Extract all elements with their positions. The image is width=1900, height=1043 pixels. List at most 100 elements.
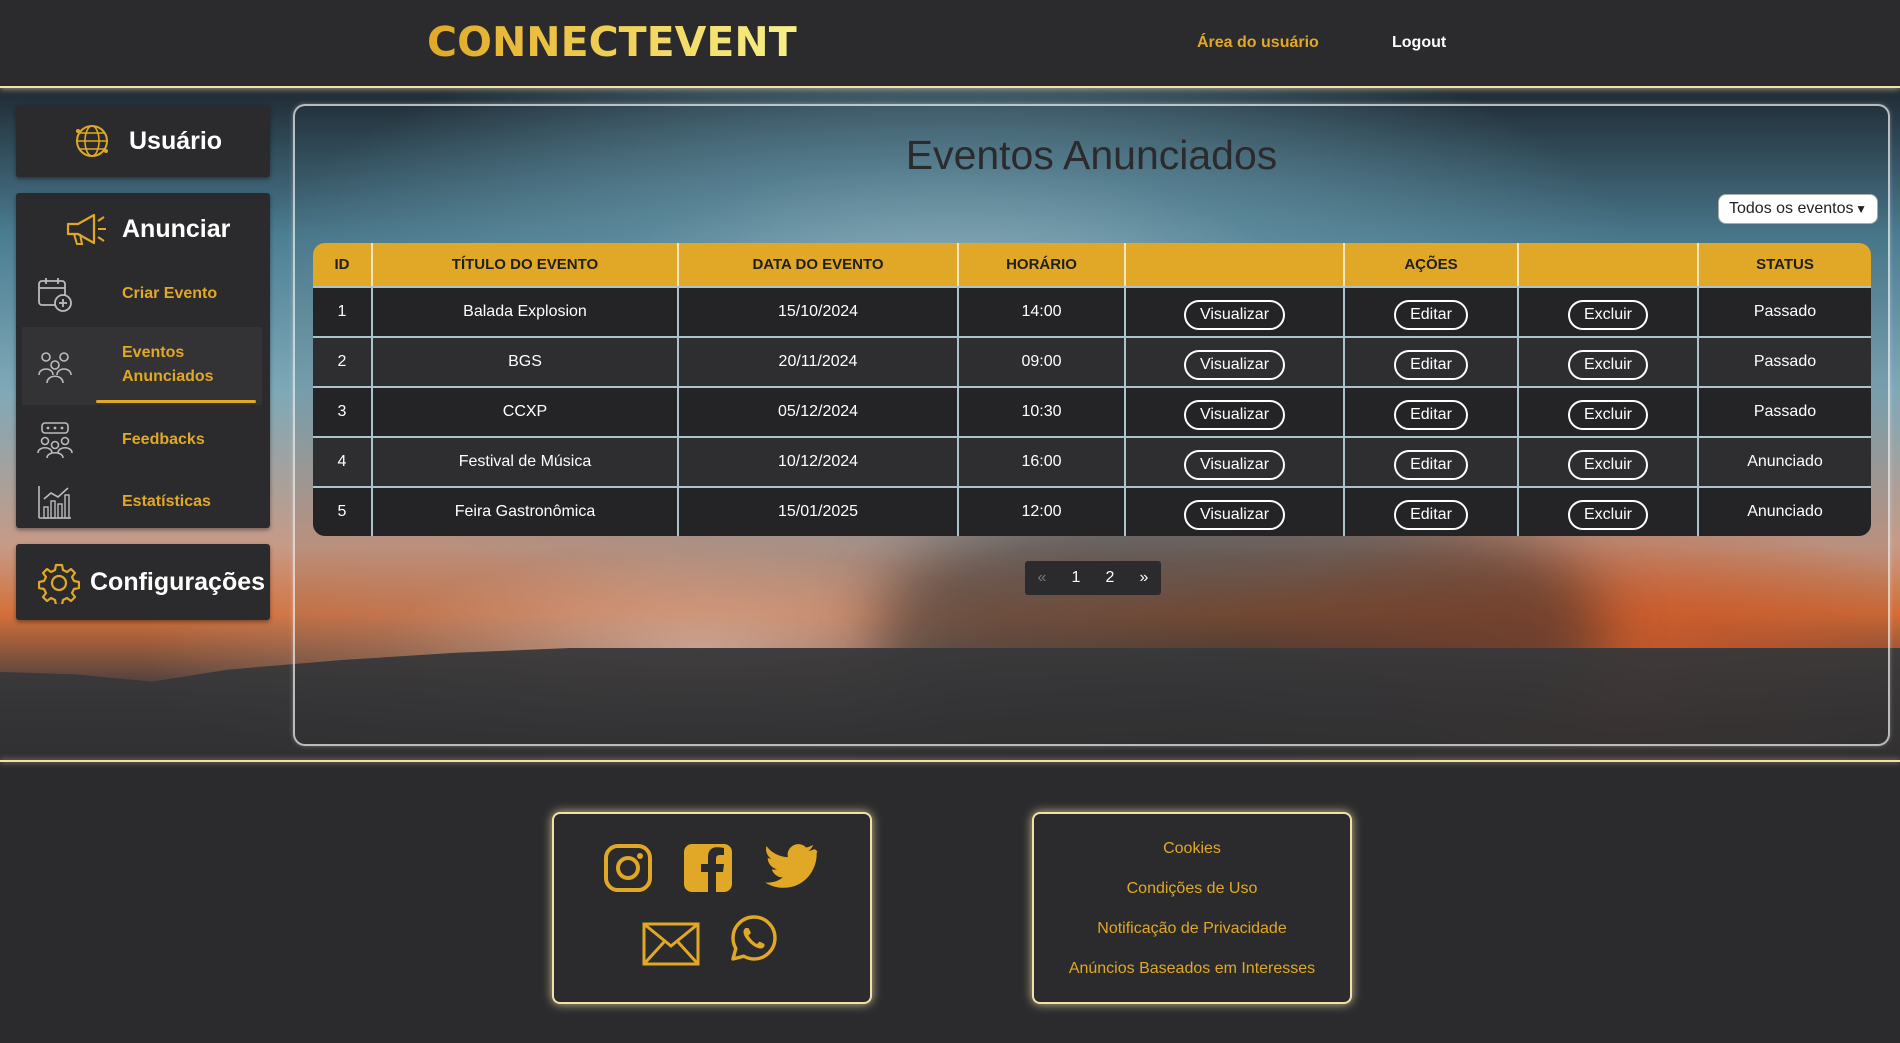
cell-date: 15/10/2024 (679, 286, 959, 336)
twitter-icon[interactable] (764, 844, 820, 896)
table-row: 2 BGS 20/11/2024 09:00 Visualizar Editar… (313, 336, 1871, 386)
chevron-down-icon: ▼ (1855, 202, 1867, 216)
cell-date: 05/12/2024 (679, 386, 959, 436)
footer-social-box (552, 812, 872, 1004)
stats-chart-icon (38, 486, 71, 519)
column-header-actions: Ações (1345, 243, 1519, 286)
mail-icon[interactable] (642, 922, 700, 966)
events-panel: Eventos Anunciados Todos os eventos ▼ ID… (293, 104, 1890, 746)
view-button[interactable]: Visualizar (1183, 450, 1286, 480)
sidebar-item-label: Criar Evento (122, 285, 218, 302)
column-header-date: Data do Evento (679, 243, 959, 286)
edit-button[interactable]: Editar (1394, 500, 1468, 530)
cell-status: Passado (1699, 286, 1871, 336)
filter-selected-value: Todos os eventos (1729, 200, 1854, 217)
column-header-time: Horário (959, 243, 1126, 286)
sidebar-item-criar-evento[interactable]: Criar Evento (22, 263, 262, 325)
table-row: 1 Balada Explosion 15/10/2024 14:00 Visu… (313, 286, 1871, 336)
footer-link-terms[interactable]: Condições de Uso (1034, 880, 1350, 898)
footer-divider (0, 760, 1900, 762)
sidebar-anunciar-label: Anunciar (122, 215, 231, 243)
page-title: Eventos Anunciados (905, 132, 1278, 178)
table-row: 3 CCXP 05/12/2024 10:30 Visualizar Edita… (313, 386, 1871, 436)
edit-button[interactable]: Editar (1394, 450, 1468, 480)
cell-id: 4 (313, 436, 373, 486)
column-header-status: Status (1699, 243, 1871, 286)
facebook-icon[interactable] (682, 842, 734, 894)
edit-button[interactable]: Editar (1394, 300, 1468, 330)
cell-date: 10/12/2024 (679, 436, 959, 486)
events-table: ID Título do Evento Data do Evento Horár… (313, 243, 1871, 536)
cell-status: Passado (1699, 336, 1871, 386)
people-event-icon (38, 352, 72, 384)
sidebar-item-label: Eventos Anunciados (122, 344, 214, 385)
instagram-icon[interactable] (602, 842, 654, 894)
view-button[interactable]: Visualizar (1183, 300, 1286, 330)
pagination-page-1[interactable]: 1 (1059, 561, 1093, 595)
delete-button[interactable]: Excluir (1567, 300, 1648, 330)
delete-button[interactable]: Excluir (1567, 400, 1648, 430)
cell-id: 3 (313, 386, 373, 436)
cell-title: Festival de Música (373, 436, 679, 486)
top-header: CONNECTEVENT Área do usuário Logout (0, 0, 1900, 88)
view-button[interactable]: Visualizar (1183, 350, 1286, 380)
edit-button[interactable]: Editar (1394, 350, 1468, 380)
globe-icon (76, 125, 108, 157)
sidebar-config-label: Configurações (90, 568, 266, 596)
cell-status: Anunciado (1699, 486, 1871, 536)
cell-title: Balada Explosion (373, 286, 679, 336)
sidebar-user-section[interactable]: Usuário (16, 105, 270, 177)
table-row: 5 Feira Gastronômica 15/01/2025 12:00 Vi… (313, 486, 1871, 536)
cell-date: 15/01/2025 (679, 486, 959, 536)
pagination: « 1 2 » (1025, 561, 1161, 595)
delete-button[interactable]: Excluir (1567, 450, 1648, 480)
sidebar-config-section[interactable]: Configurações (16, 544, 270, 620)
events-filter-select[interactable]: Todos os eventos ▼ (1718, 194, 1878, 224)
cell-id: 2 (313, 336, 373, 386)
sidebar-anunciar-section: Anunciar Criar Evento Eventos Anunciados (16, 193, 270, 528)
footer-link-cookies[interactable]: Cookies (1034, 840, 1350, 858)
cell-time: 10:30 (959, 386, 1126, 436)
column-header-blank (1519, 243, 1699, 286)
column-header-id: ID (313, 243, 373, 286)
cell-time: 16:00 (959, 436, 1126, 486)
table-header-row: ID Título do Evento Data do Evento Horár… (313, 243, 1871, 286)
view-button[interactable]: Visualizar (1183, 400, 1286, 430)
column-header-blank (1126, 243, 1345, 286)
site-logo[interactable]: CONNECTEVENT (427, 18, 797, 66)
cell-date: 20/11/2024 (679, 336, 959, 386)
pagination-next[interactable]: » (1127, 561, 1161, 595)
delete-button[interactable]: Excluir (1567, 350, 1648, 380)
sidebar-item-estatisticas[interactable]: Estatísticas (22, 471, 262, 533)
whatsapp-icon[interactable] (730, 914, 778, 962)
logout-link[interactable]: Logout (1392, 34, 1446, 52)
cell-time: 09:00 (959, 336, 1126, 386)
sidebar-item-label: Estatísticas (122, 493, 211, 510)
footer-link-ads[interactable]: Anúncios Baseados em Interesses (1034, 960, 1350, 978)
feedback-group-icon (37, 422, 73, 459)
sidebar-user-label: Usuário (129, 127, 223, 155)
sidebar-item-label: Feedbacks (122, 431, 205, 448)
column-header-title: Título do Evento (373, 243, 679, 286)
cell-title: Feira Gastronômica (373, 486, 679, 536)
pagination-prev[interactable]: « (1025, 561, 1059, 595)
user-area-link[interactable]: Área do usuário (1197, 34, 1319, 52)
pagination-page-2[interactable]: 2 (1093, 561, 1127, 595)
cell-time: 12:00 (959, 486, 1126, 536)
cell-id: 1 (313, 286, 373, 336)
cell-time: 14:00 (959, 286, 1126, 336)
delete-button[interactable]: Excluir (1567, 500, 1648, 530)
view-button[interactable]: Visualizar (1183, 500, 1286, 530)
cell-title: BGS (373, 336, 679, 386)
gear-icon (38, 563, 80, 604)
table-row: 4 Festival de Música 10/12/2024 16:00 Vi… (313, 436, 1871, 486)
footer-link-privacy[interactable]: Notificação de Privacidade (1034, 920, 1350, 938)
sidebar-item-eventos-anunciados[interactable]: Eventos Anunciados (22, 327, 262, 405)
sidebar-item-feedbacks[interactable]: Feedbacks (22, 409, 262, 471)
megaphone-icon (66, 213, 106, 245)
cell-id: 5 (313, 486, 373, 536)
cell-status: Anunciado (1699, 436, 1871, 486)
edit-button[interactable]: Editar (1394, 400, 1468, 430)
active-indicator (96, 400, 256, 403)
cell-title: CCXP (373, 386, 679, 436)
